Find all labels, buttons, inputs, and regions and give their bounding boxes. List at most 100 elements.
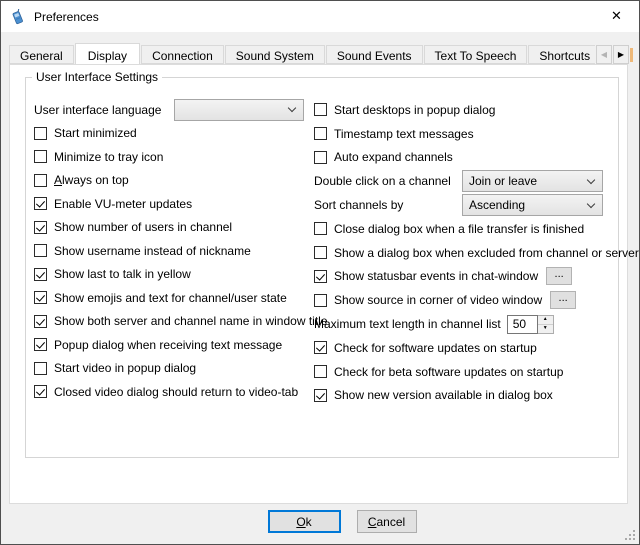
- right-checkbox-list-bottom: Check for software updates on startup Ch…: [314, 336, 618, 407]
- checkbox-row[interactable]: Close dialog box when a file transfer is…: [314, 217, 618, 241]
- language-combobox[interactable]: [174, 99, 304, 121]
- titlebar[interactable]: Preferences ✕: [1, 1, 639, 32]
- checkbox[interactable]: [34, 127, 47, 140]
- checkbox-row[interactable]: Start video in popup dialog: [34, 357, 314, 381]
- checkbox[interactable]: [314, 151, 327, 164]
- checkbox-row[interactable]: Show username instead of nickname: [34, 239, 314, 263]
- checkbox[interactable]: [34, 362, 47, 375]
- ok-button[interactable]: Ok: [268, 510, 341, 533]
- checkbox-row[interactable]: Start desktops in popup dialog: [314, 98, 618, 122]
- checkbox-row[interactable]: Check for beta software updates on start…: [314, 360, 618, 384]
- checkbox-row[interactable]: Timestamp text messages: [314, 122, 618, 146]
- tab[interactable]: Text To Speech: [424, 45, 528, 64]
- checkbox[interactable]: [34, 174, 47, 187]
- tab[interactable]: Sound System: [225, 45, 325, 64]
- checkbox-row[interactable]: Show both server and channel name in win…: [34, 310, 314, 334]
- checkbox[interactable]: [34, 315, 47, 328]
- spinner-up-icon[interactable]: ▲: [538, 316, 553, 325]
- checkbox-label: Show a dialog box when excluded from cha…: [334, 246, 639, 260]
- tab[interactable]: Sound Events: [326, 45, 423, 64]
- checkbox[interactable]: [314, 389, 327, 402]
- video-source-row[interactable]: Show source in corner of video window ..…: [314, 288, 618, 312]
- tab-label: Connection: [152, 49, 213, 63]
- tab-bar: General Display Connection Sound System …: [9, 42, 633, 64]
- statusbar-events-row[interactable]: Show statusbar events in chat-window ...: [314, 265, 618, 289]
- checkbox-label: Check for software updates on startup: [334, 341, 537, 355]
- checkbox-row[interactable]: Show a dialog box when excluded from cha…: [314, 241, 618, 265]
- left-column: User interface language Start minimized: [34, 98, 314, 407]
- checkbox-row[interactable]: Show emojis and text for channel/user st…: [34, 286, 314, 310]
- checkbox[interactable]: [34, 150, 47, 163]
- tab[interactable]: Connection: [141, 45, 224, 64]
- close-icon: ✕: [611, 8, 622, 24]
- right-checkbox-list-top: Start desktops in popup dialog Timestamp…: [314, 98, 618, 169]
- checkbox[interactable]: [34, 385, 47, 398]
- checkbox[interactable]: [314, 341, 327, 354]
- video-source-more-button[interactable]: ...: [550, 291, 576, 309]
- resize-grip-dots: [625, 538, 627, 540]
- chevron-down-icon: [587, 176, 595, 184]
- checkbox-label: Check for beta software updates on start…: [334, 365, 563, 379]
- checkbox[interactable]: [314, 294, 327, 307]
- checkbox-row[interactable]: Auto expand channels: [314, 146, 618, 170]
- checkbox-row[interactable]: Start minimized: [34, 122, 314, 146]
- sort-channels-combobox[interactable]: Ascending: [462, 194, 603, 216]
- checkbox-label: Popup dialog when receiving text message: [54, 338, 282, 352]
- checkbox-label: Show new version available in dialog box: [334, 388, 553, 402]
- checkbox-row[interactable]: Closed video dialog should return to vid…: [34, 380, 314, 404]
- checkbox[interactable]: [314, 270, 327, 283]
- checkbox-row[interactable]: Minimize to tray icon: [34, 145, 314, 169]
- double-click-combobox[interactable]: Join or leave: [462, 170, 603, 192]
- checkbox[interactable]: [34, 221, 47, 234]
- cancel-button[interactable]: Cancel: [357, 510, 417, 533]
- clipped-tab-sliver: [630, 48, 633, 62]
- double-click-label: Double click on a channel: [314, 174, 462, 188]
- checkbox[interactable]: [314, 365, 327, 378]
- checkbox[interactable]: [314, 246, 327, 259]
- footer: Ok Cancel: [23, 510, 640, 533]
- tab-scroller: ◀ ▶: [595, 42, 633, 64]
- checkbox-row[interactable]: Check for software updates on startup: [314, 336, 618, 360]
- tab[interactable]: Shortcuts: [528, 45, 595, 64]
- checkbox[interactable]: [34, 291, 47, 304]
- checkbox-label: Start video in popup dialog: [54, 361, 196, 375]
- checkbox-label: Show username instead of nickname: [54, 244, 251, 258]
- checkbox[interactable]: [34, 338, 47, 351]
- tab-scroll-left-icon[interactable]: ◀: [596, 45, 612, 64]
- tab[interactable]: General: [9, 45, 74, 64]
- checkbox[interactable]: [34, 197, 47, 210]
- spinner-buttons: ▲ ▼: [538, 315, 554, 334]
- sort-channels-combobox-value: Ascending: [469, 198, 525, 212]
- checkbox-label: Show statusbar events in chat-window: [334, 269, 538, 283]
- tab-scroll-right-icon[interactable]: ▶: [613, 45, 629, 64]
- checkbox-row[interactable]: Popup dialog when receiving text message: [34, 333, 314, 357]
- resize-grip[interactable]: [625, 530, 635, 540]
- checkbox-row[interactable]: Show last to talk in yellow: [34, 263, 314, 287]
- checkbox[interactable]: [314, 127, 327, 140]
- tab-label: Sound Events: [337, 49, 412, 63]
- group-title: User Interface Settings: [32, 70, 162, 84]
- chevron-down-icon: [587, 199, 595, 207]
- window-title: Preferences: [34, 10, 99, 24]
- checkbox[interactable]: [34, 268, 47, 281]
- close-button[interactable]: ✕: [594, 1, 639, 31]
- checkbox-row[interactable]: Show number of users in channel: [34, 216, 314, 240]
- app-icon: [10, 9, 26, 25]
- statusbar-events-more-button[interactable]: ...: [546, 267, 572, 285]
- checkbox-row[interactable]: Show new version available in dialog box: [314, 384, 618, 408]
- spinner-down-icon[interactable]: ▼: [538, 325, 553, 333]
- tab-label: Display: [88, 49, 127, 63]
- sort-channels-label: Sort channels by: [314, 198, 462, 212]
- spinner-value[interactable]: 50: [507, 315, 538, 334]
- user-interface-settings-group: User Interface Settings User interface l…: [25, 77, 619, 458]
- checkbox-row[interactable]: Enable VU-meter updates: [34, 192, 314, 216]
- checkbox[interactable]: [314, 222, 327, 235]
- max-text-length-spinner[interactable]: 50 ▲ ▼: [507, 315, 554, 334]
- left-checkbox-list: Start minimized Minimize to tray icon Al…: [34, 122, 314, 404]
- checkbox-label: Show source in corner of video window: [334, 293, 542, 307]
- checkbox[interactable]: [314, 103, 327, 116]
- checkbox-label: Always on top: [54, 173, 129, 187]
- tab[interactable]: Display: [75, 43, 140, 64]
- checkbox-row[interactable]: Always on top: [34, 169, 314, 193]
- checkbox[interactable]: [34, 244, 47, 257]
